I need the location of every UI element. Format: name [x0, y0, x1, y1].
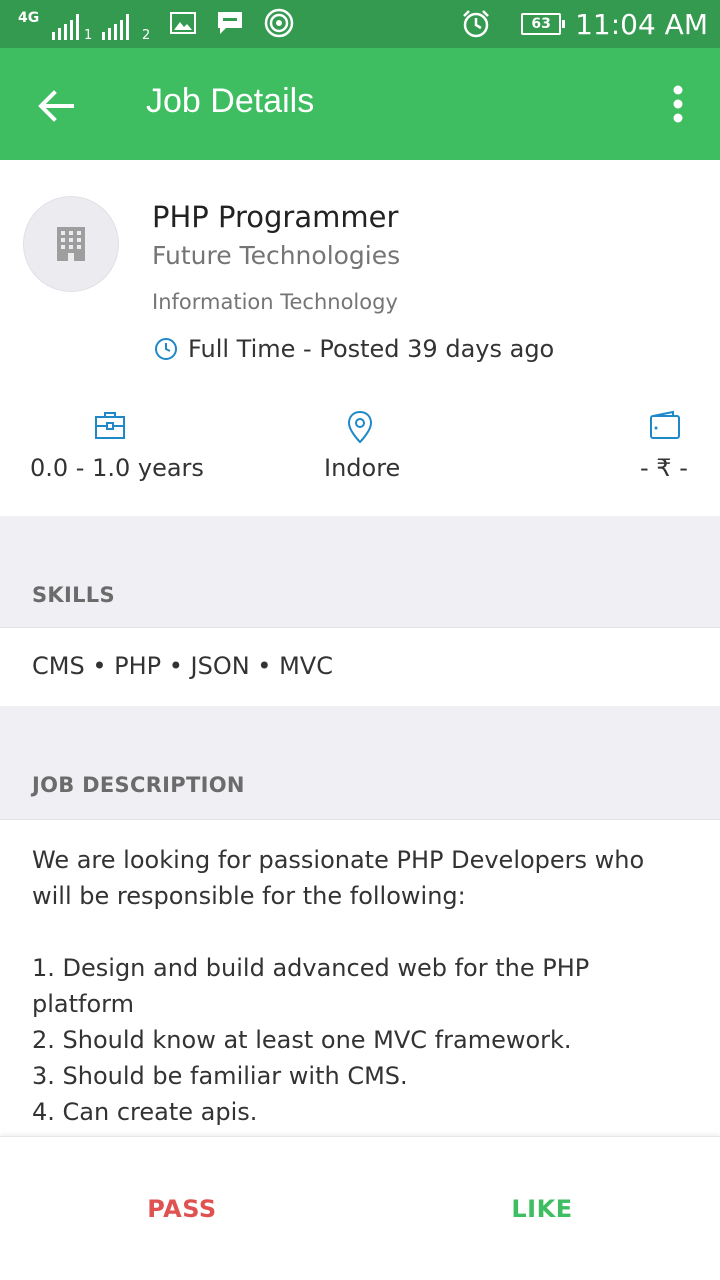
list-item: 3. Should be familiar with CMS. [32, 1062, 408, 1090]
clock-icon [155, 338, 177, 360]
more-vert-icon [673, 85, 683, 123]
description-body: We are looking for passionate PHP Develo… [0, 820, 720, 1136]
salary-text: - ₹ - [640, 454, 688, 482]
company-name: Future Technologies [152, 241, 401, 270]
list-item: 4. Can create apis. [32, 1098, 258, 1126]
skills-heading: SKILLS [32, 583, 115, 607]
skills-list: CMS • PHP • JSON • MVC [32, 652, 333, 680]
salary-item: - ₹ - [620, 410, 710, 490]
hotspot-icon [264, 8, 294, 38]
location-item: Indore [300, 410, 420, 490]
action-bar: PASS LIKE [0, 1136, 720, 1280]
wallet-icon [650, 410, 680, 439]
industry-label: Information Technology [152, 290, 398, 314]
network-type: 4G [18, 10, 40, 26]
app-bar: Job Details [0, 48, 720, 160]
skills-header: SKILLS [0, 516, 720, 628]
status-right: 63 11:04 AM [461, 0, 708, 48]
image-icon [170, 12, 196, 34]
like-button[interactable]: LIKE [460, 1177, 624, 1241]
pass-button[interactable]: PASS [100, 1177, 264, 1241]
experience-text: 0.0 - 1.0 years [30, 454, 204, 482]
location-pin-icon [347, 410, 373, 444]
page-title: Job Details [146, 82, 315, 120]
sim2-label: 2 [142, 28, 151, 43]
description-intro: We are looking for passionate PHP Develo… [32, 846, 645, 910]
list-item: 1. Design and build advanced web for the… [32, 954, 590, 1018]
signal-icon [52, 14, 79, 40]
overflow-menu-button[interactable] [666, 84, 690, 124]
building-icon [57, 227, 85, 261]
posted-text: Full Time - Posted 39 days ago [188, 335, 555, 363]
list-item: 2. Should know at least one MVC framewor… [32, 1026, 572, 1054]
briefcase-icon [95, 412, 125, 439]
back-button[interactable] [30, 80, 82, 132]
experience-item: 0.0 - 1.0 years [30, 410, 204, 490]
description-heading: JOB DESCRIPTION [32, 773, 245, 797]
signal-icon-2 [102, 14, 129, 40]
message-icon [218, 12, 242, 34]
description-list: 1. Design and build advanced web for the… [32, 950, 688, 1130]
posted-row: Full Time - Posted 39 days ago [154, 334, 554, 364]
company-logo [23, 196, 119, 292]
alarm-icon [463, 10, 489, 38]
clock: 11:04 AM [575, 7, 708, 41]
battery-icon: 63 [521, 13, 566, 35]
job-title: PHP Programmer [152, 200, 399, 234]
arrow-back-icon [38, 90, 74, 122]
sim1-label: 1 [84, 28, 93, 43]
location-text: Indore [324, 454, 401, 482]
description-header: JOB DESCRIPTION [0, 706, 720, 820]
status-bar: 4G 1 2 63 11:04 AM [0, 0, 720, 48]
